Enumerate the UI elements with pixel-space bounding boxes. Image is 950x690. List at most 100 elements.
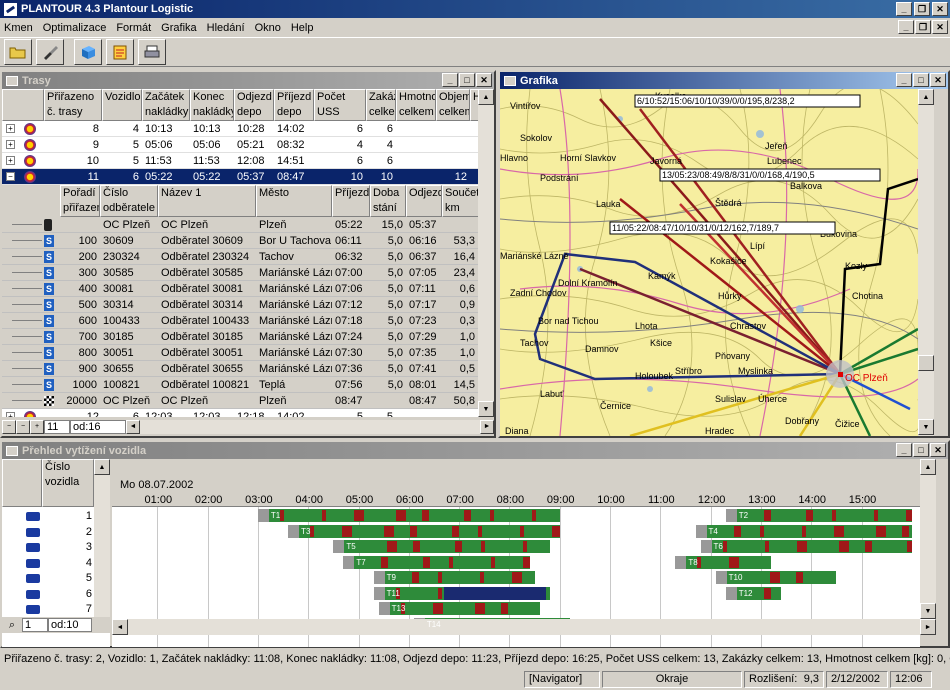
subcol-header-cislo[interactable]: Číslo odběratele: [100, 185, 158, 217]
prehled-maximize-button[interactable]: □: [913, 443, 929, 457]
gantt-bar[interactable]: T1: [257, 509, 560, 522]
prehled-minimize-button[interactable]: _: [896, 443, 912, 457]
minimize-button[interactable]: _: [896, 2, 912, 16]
map-scroll-thumb[interactable]: [918, 355, 934, 371]
close-button[interactable]: ✕: [932, 2, 948, 16]
gantt-bar[interactable]: T2: [725, 509, 912, 522]
menu-help[interactable]: Help: [291, 22, 314, 34]
doc-minimize-button[interactable]: _: [898, 20, 914, 34]
doc-close-button[interactable]: ✕: [932, 20, 948, 34]
stop-row[interactable]: S40030081Odběratel 30081Mariánské Lázně0…: [2, 281, 478, 297]
stop-row[interactable]: S 600 100433 Odběratel 100433 Mariánské Lázn…: [2, 313, 478, 329]
map-scroll-up-button[interactable]: ▲: [918, 89, 934, 105]
gantt-scroll-left-button[interactable]: ◄: [112, 619, 128, 635]
vehicle-header[interactable]: Číslo vozidla: [42, 459, 94, 507]
stop-row[interactable]: S70030185Odběratel 30185Mariánské Lázně0…: [2, 329, 478, 345]
col-header-h[interactable]: H: [470, 89, 478, 121]
subcol-header-nazev[interactable]: Název 1: [158, 185, 256, 217]
subcol-header-poradi[interactable]: Pořadí přiřazení: [60, 185, 100, 217]
subcol-header-odjezd[interactable]: Odjezd: [406, 185, 442, 217]
menu-hledani[interactable]: Hledání: [207, 22, 245, 34]
gantt-bar[interactable]: T12: [725, 586, 782, 600]
col-header-prijezd[interactable]: Příjezd depo: [274, 89, 314, 121]
open-folder-button[interactable]: [4, 39, 32, 65]
vehicle-row[interactable]: 1: [2, 509, 94, 524]
expand-toggle[interactable]: +: [6, 156, 15, 165]
gantt-scroll-up-button[interactable]: ▲: [920, 459, 936, 475]
gantt-scroll-down-button[interactable]: ▼: [920, 603, 936, 619]
trasy-index-field[interactable]: 11: [44, 419, 70, 434]
gantt-bar[interactable]: T13: [378, 602, 540, 615]
gantt-bar[interactable]: T3: [288, 524, 560, 538]
subcol-header-prijezd[interactable]: Příjezd: [332, 185, 370, 217]
vehicle-row[interactable]: 6: [2, 587, 94, 602]
gantt-bar[interactable]: T10: [715, 571, 837, 584]
trasy-row[interactable]: +9 5 05:06 05:06 05:21 08:32 4 4: [2, 137, 478, 153]
prehled-index-field[interactable]: 1: [22, 618, 48, 632]
grafika-minimize-button[interactable]: _: [896, 73, 912, 87]
cube-button[interactable]: [74, 39, 102, 65]
stop-row[interactable]: S 1000 100821 Odběratel 100821 Teplá 07:56 5,0…: [2, 377, 478, 393]
restore-button[interactable]: ❐: [914, 2, 930, 16]
trasy-vscroll[interactable]: ▲ ▼: [478, 89, 494, 417]
stop-row[interactable]: S 200 230324 Odběratel 230324 Tachov 06:32 5,0…: [2, 249, 478, 265]
stop-row[interactable]: S 100 30609 Odběratel 30609 Bor U Tachova 06:…: [2, 233, 478, 249]
trasy-maximize-button[interactable]: □: [459, 73, 475, 87]
gantt-scroll-right-button[interactable]: ►: [920, 619, 936, 635]
brush-button[interactable]: [36, 39, 64, 65]
col-header-odjezd[interactable]: Odjezd depo: [234, 89, 274, 121]
col-header-zacatek[interactable]: Začátek nakládky: [142, 89, 190, 121]
trasy-close-button[interactable]: ✕: [476, 73, 492, 87]
binoculars-icon[interactable]: ⌕: [2, 619, 22, 632]
col-header-pocet-uss[interactable]: Počet USS celkem: [314, 89, 366, 121]
trasy-row[interactable]: +8 4 10:13 10:13 10:28 14:02 6 6: [2, 121, 478, 137]
col-header-zakazky[interactable]: Zakázky celkem: [366, 89, 396, 121]
expand-toggle[interactable]: −: [6, 172, 15, 181]
gantt-bar[interactable]: T5: [333, 540, 550, 553]
doc-restore-button[interactable]: ❐: [915, 20, 931, 34]
vehicle-scroll-up-button[interactable]: ▲: [94, 459, 110, 475]
hscroll-left-button[interactable]: ◄: [126, 419, 140, 434]
trasy-minimize-button[interactable]: _: [442, 73, 458, 87]
expand-toggle[interactable]: +: [6, 412, 15, 417]
stop-row[interactable]: S50030314Odběratel 30314Mariánské Lázně0…: [2, 297, 478, 313]
col-header-trasa[interactable]: Přiřazeno č. trasy: [44, 89, 102, 121]
notepad-button[interactable]: [106, 39, 134, 65]
grafika-maximize-button[interactable]: □: [913, 73, 929, 87]
menu-kmen[interactable]: Kmen: [4, 22, 33, 34]
map-scroll-down-button[interactable]: ▼: [918, 419, 934, 435]
hscroll-right-button[interactable]: ►: [480, 419, 494, 434]
menu-okno[interactable]: Okno: [255, 22, 281, 34]
route-map[interactable]: Vintířov Kyselka Horní Slavkov Sokolov H…: [500, 89, 918, 436]
gantt-bar[interactable]: T11: [373, 586, 550, 600]
gantt-bar[interactable]: T4: [695, 524, 912, 538]
stop-row[interactable]: S80030051Odběratel 30051Mariánské Lázně0…: [2, 345, 478, 361]
plus-button[interactable]: +: [30, 419, 44, 434]
stop-row[interactable]: OC Plzeň OC Plzeň Plzeň 05:22 15,0 05:37: [2, 217, 478, 233]
col-header-objem[interactable]: Objem celkem: [436, 89, 470, 121]
vehicle-row[interactable]: 3: [2, 540, 94, 555]
vehicle-row[interactable]: 5: [2, 571, 94, 586]
gantt-bar[interactable]: T6: [700, 540, 912, 553]
subcol-header-doba[interactable]: Doba stání: [370, 185, 406, 217]
trasy-row[interactable]: − 11 6 05:22 05:22 05:37 08:47 10 10 12: [2, 169, 478, 185]
gantt-hscroll[interactable]: ◄ ►: [112, 619, 936, 635]
grafika-vscroll[interactable]: ▲ ▼: [918, 89, 934, 436]
minus-button[interactable]: −: [16, 419, 30, 434]
stop-row[interactable]: S90030655Odběratel 30655Mariánské Lázně0…: [2, 361, 478, 377]
collapse-button[interactable]: −: [2, 419, 16, 434]
vehicle-row[interactable]: 2: [2, 525, 94, 540]
gantt-vscroll[interactable]: ▲ ▼: [920, 459, 936, 619]
menu-format[interactable]: Formát: [116, 22, 151, 34]
trasy-row-after[interactable]: +12 6 12:03 12:03 12:18 14:02 5 5: [2, 409, 478, 417]
col-header-hmotnost[interactable]: Hmotnost celkem: [396, 89, 436, 121]
stop-row[interactable]: S30030585Odběratel 30585Mariánské Lázně0…: [2, 265, 478, 281]
prehled-close-button[interactable]: ✕: [930, 443, 946, 457]
subcol-header-km[interactable]: Součet km: [442, 185, 478, 217]
trasy-row[interactable]: +10 5 11:53 11:53 12:08 14:51 6 6: [2, 153, 478, 169]
scroll-down-button[interactable]: ▼: [478, 401, 494, 417]
subcol-header-mesto[interactable]: Město: [256, 185, 332, 217]
stop-row[interactable]: 20000 OC Plzeň OC Plzeň Plzeň 08:47 08:47 50,8: [2, 393, 478, 409]
col-header-vozidlo[interactable]: Vozidlo: [102, 89, 142, 121]
print-button[interactable]: [138, 39, 166, 65]
